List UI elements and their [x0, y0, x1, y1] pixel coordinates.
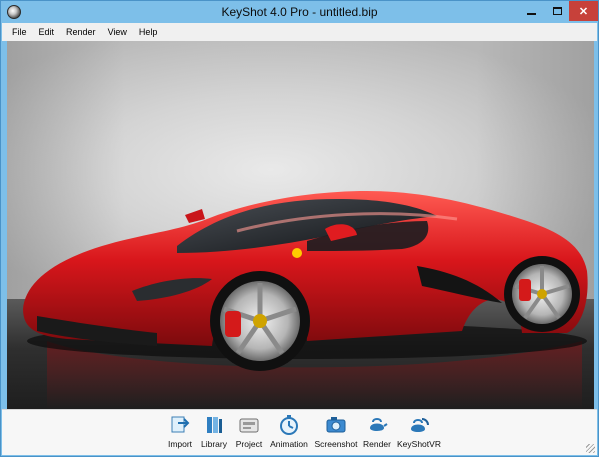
render-button[interactable]: Render: [362, 414, 392, 449]
library-icon: [207, 417, 222, 433]
library-label: Library: [201, 439, 227, 449]
menu-edit[interactable]: Edit: [33, 23, 61, 41]
screenshot-label: Screenshot: [314, 439, 358, 449]
car-render: [23, 191, 588, 409]
screenshot-icon: [326, 417, 346, 433]
menu-help[interactable]: Help: [133, 23, 164, 41]
screenshot-button[interactable]: Screenshot: [312, 414, 360, 449]
car-rear-wheel: [504, 256, 580, 332]
car-front-wheel: [210, 271, 310, 371]
minimize-button[interactable]: [518, 1, 544, 21]
title-bar[interactable]: KeyShot 4.0 Pro - untitled.bip ✕: [1, 1, 598, 23]
maximize-icon: [552, 7, 562, 15]
animation-button[interactable]: Animation: [268, 414, 310, 449]
import-label: Import: [167, 439, 193, 449]
render-viewport[interactable]: [7, 41, 594, 409]
keyshotvr-label: KeyShotVR: [397, 439, 441, 449]
minimize-icon: [526, 13, 536, 15]
project-button[interactable]: Project: [232, 414, 266, 449]
keyshotvr-button[interactable]: KeyShotVR: [396, 414, 442, 449]
resize-grip[interactable]: [586, 444, 595, 453]
bottom-toolbar: Import Library Project Animation Screens…: [2, 409, 597, 455]
render-icon: [370, 418, 388, 431]
maximize-button[interactable]: [544, 1, 570, 21]
menu-bar: File Edit Render View Help: [2, 23, 597, 41]
close-button[interactable]: ✕: [569, 1, 598, 21]
render-label: Render: [363, 439, 391, 449]
import-icon: [171, 416, 190, 433]
keyshotvr-icon: [411, 418, 429, 432]
animation-icon: [280, 415, 298, 435]
menu-render[interactable]: Render: [60, 23, 102, 41]
menu-view[interactable]: View: [102, 23, 133, 41]
project-label: Project: [235, 439, 263, 449]
project-icon: [239, 418, 259, 433]
menu-file[interactable]: File: [6, 23, 33, 41]
animation-label: Animation: [270, 439, 308, 449]
car-mirror-left: [185, 209, 205, 223]
car-badge: [292, 248, 302, 258]
window-title: KeyShot 4.0 Pro - untitled.bip: [221, 5, 378, 19]
app-window: KeyShot 4.0 Pro - untitled.bip ✕ File Ed…: [0, 0, 599, 457]
library-button[interactable]: Library: [198, 414, 230, 449]
import-button[interactable]: Import: [165, 414, 195, 449]
